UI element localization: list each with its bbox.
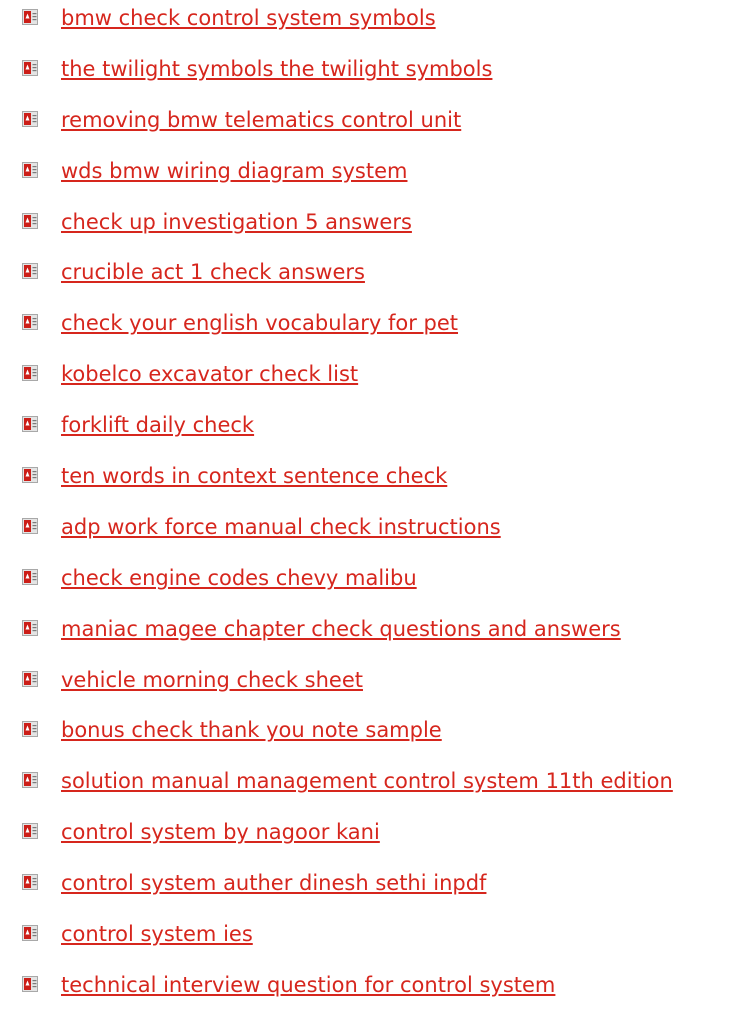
pdf-file-icon (22, 212, 38, 229)
list-item: adp work force manual check instructions (0, 509, 744, 560)
pdf-file-icon (22, 467, 38, 484)
pdf-file-icon (22, 416, 38, 433)
list-item: the twilight symbols the twilight symbol… (0, 51, 744, 102)
pdf-file-icon (22, 772, 38, 789)
pdf-file-icon (22, 670, 38, 687)
list-item: ten words in context sentence check (0, 458, 744, 509)
pdf-file-icon (22, 975, 38, 992)
document-link[interactable]: adp work force manual check instructions (61, 513, 501, 541)
pdf-file-icon (22, 721, 38, 738)
list-item: forklift daily check (0, 407, 744, 458)
list-item: control system auther dinesh sethi inpdf (0, 865, 744, 916)
document-link-list: bmw check control system symbols the twi… (0, 0, 744, 1018)
document-link[interactable]: maniac magee chapter check questions and… (61, 615, 621, 643)
list-item: maniac magee chapter check questions and… (0, 611, 744, 662)
document-link[interactable]: wds bmw wiring diagram system (61, 157, 407, 185)
list-item: bonus check thank you note sample (0, 712, 744, 763)
list-item: technical interview question for control… (0, 967, 744, 1018)
document-link[interactable]: control system by nagoor kani (61, 818, 380, 846)
pdf-file-icon (22, 314, 38, 331)
pdf-file-icon (22, 823, 38, 840)
list-item: wds bmw wiring diagram system (0, 153, 744, 204)
list-item: solution manual management control syste… (0, 763, 744, 814)
document-link[interactable]: control system auther dinesh sethi inpdf (61, 869, 486, 897)
document-link[interactable]: control system ies (61, 920, 253, 948)
pdf-file-icon (22, 568, 38, 585)
list-item: crucible act 1 check answers (0, 254, 744, 305)
list-item: check your english vocabulary for pet (0, 305, 744, 356)
pdf-file-icon (22, 874, 38, 891)
document-link[interactable]: crucible act 1 check answers (61, 258, 365, 286)
document-link[interactable]: check your english vocabulary for pet (61, 309, 458, 337)
pdf-file-icon (22, 9, 38, 25)
pdf-file-icon (22, 59, 38, 76)
document-link[interactable]: removing bmw telematics control unit (61, 106, 461, 134)
pdf-file-icon (22, 619, 38, 636)
list-item: check engine codes chevy malibu (0, 560, 744, 611)
document-link[interactable]: check up investigation 5 answers (61, 208, 412, 236)
document-link[interactable]: forklift daily check (61, 411, 254, 439)
document-link[interactable]: solution manual management control syste… (61, 767, 673, 795)
document-link[interactable]: ten words in context sentence check (61, 462, 447, 490)
list-item: control system ies (0, 916, 744, 967)
pdf-file-icon (22, 263, 38, 280)
list-item: check up investigation 5 answers (0, 204, 744, 255)
document-link[interactable]: vehicle morning check sheet (61, 666, 363, 694)
list-item: kobelco excavator check list (0, 356, 744, 407)
document-link[interactable]: kobelco excavator check list (61, 360, 358, 388)
pdf-file-icon (22, 517, 38, 534)
pdf-file-icon (22, 365, 38, 382)
list-item: removing bmw telematics control unit (0, 102, 744, 153)
document-link[interactable]: the twilight symbols the twilight symbol… (61, 55, 492, 83)
pdf-file-icon (22, 110, 38, 127)
document-link[interactable]: technical interview question for control… (61, 971, 555, 999)
document-link[interactable]: bonus check thank you note sample (61, 716, 442, 744)
pdf-file-icon (22, 925, 38, 942)
document-link[interactable]: check engine codes chevy malibu (61, 564, 417, 592)
list-item: control system by nagoor kani (0, 814, 744, 865)
document-link[interactable]: bmw check control system symbols (61, 4, 436, 32)
pdf-file-icon (22, 161, 38, 178)
list-item: vehicle morning check sheet (0, 662, 744, 713)
list-item: bmw check control system symbols (0, 0, 744, 51)
